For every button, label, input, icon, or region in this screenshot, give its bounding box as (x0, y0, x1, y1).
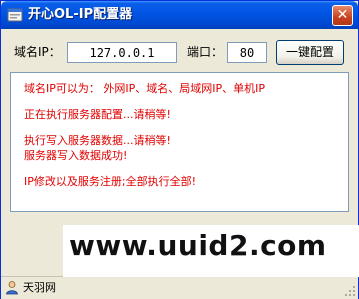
app-icon (7, 8, 23, 22)
log-line: 服务器写入数据成功! (24, 149, 128, 162)
window-title: 开心OL-IP配置器 (28, 7, 133, 22)
app-window: 开心OL-IP配置器 ✕ 域名IP： 端口： 一键配置 域名IP可以为： 外网I… (0, 0, 359, 299)
resize-grip-icon[interactable] (344, 285, 356, 297)
log-line: IP修改以及服务注册;全部执行全部! (24, 175, 196, 188)
domain-ip-label: 域名IP： (14, 45, 61, 59)
log-line: 执行写入服务器数据...请稍等! (24, 134, 171, 147)
domain-ip-input[interactable] (67, 42, 177, 63)
watermark-overlay: www.uuid2.com (63, 225, 359, 277)
port-input[interactable] (227, 42, 267, 63)
title-bar[interactable]: 开心OL-IP配置器 ✕ (1, 1, 358, 29)
close-icon: ✕ (336, 7, 349, 23)
close-button[interactable]: ✕ (332, 5, 353, 26)
port-label: 端口： (187, 45, 224, 59)
author-icon (6, 281, 18, 295)
log-output-area[interactable]: 域名IP可以为： 外网IP、域名、局域网IP、单机IP 正在执行服务器配置...… (10, 72, 349, 212)
one-click-config-button[interactable]: 一键配置 (276, 40, 344, 65)
status-text: 天羽网 (23, 281, 56, 294)
log-line: 域名IP可以为： 外网IP、域名、局域网IP、单机IP (24, 82, 266, 95)
log-line: 正在执行服务器配置...请稍等! (24, 108, 171, 121)
watermark-text: www.uuid2.com (69, 229, 327, 262)
status-bar: 天羽网 (1, 276, 358, 299)
